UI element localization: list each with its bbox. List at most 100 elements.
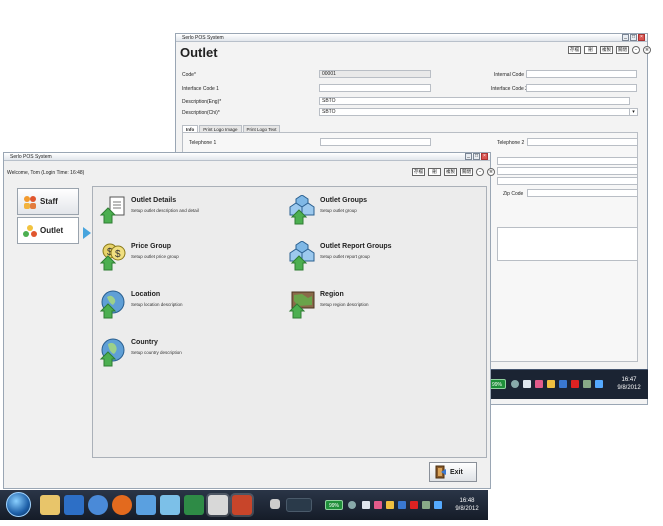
clock[interactable]: 16:47 9/8/2012 <box>613 376 645 392</box>
save-button[interactable]: 存檔 <box>412 168 425 176</box>
n-tray-icon[interactable] <box>571 380 579 388</box>
folder-icon[interactable] <box>40 495 60 515</box>
bluetooth-icon[interactable] <box>595 380 603 388</box>
pos-app-icon[interactable] <box>232 495 252 515</box>
signal-icon[interactable] <box>286 498 312 512</box>
menu-item-title: Outlet Report Groups <box>320 243 392 250</box>
start-button[interactable] <box>6 492 31 517</box>
minus-icon[interactable]: − <box>476 168 484 176</box>
menu-price-group[interactable]: $ $ Price Group Setup outlet price group <box>99 241 179 271</box>
copy-button[interactable]: 複製 <box>444 168 457 176</box>
code-label: Code* <box>182 72 196 78</box>
flag-tray-icon[interactable] <box>583 380 591 388</box>
minimize-button[interactable]: _ <box>622 34 629 41</box>
spreadsheet-icon[interactable] <box>184 495 204 515</box>
browser-icon[interactable] <box>88 495 108 515</box>
internal-code-label: Internal Code <box>494 72 525 78</box>
menu-item-title: Location <box>131 291 161 298</box>
cloud-icon[interactable] <box>523 380 531 388</box>
clock-time: 16:47 <box>621 377 637 383</box>
titlebar: Serlo POS System _ □ × <box>176 34 647 42</box>
close-button[interactable]: × <box>481 153 488 160</box>
java-icon[interactable] <box>208 495 228 515</box>
user-tray-icon[interactable] <box>547 380 555 388</box>
clock[interactable]: 16:48 9/8/2012 <box>448 497 486 513</box>
maximize-button[interactable]: □ <box>473 153 480 160</box>
menu-region[interactable]: Region Setup region description <box>288 289 369 319</box>
network-icon[interactable] <box>348 501 356 509</box>
code-field: 00001 <box>319 70 431 78</box>
taskbar: 99% 16:48 9/8/2012 <box>0 490 488 520</box>
sidebar-item-label: Outlet <box>40 226 64 235</box>
desc-chi-label: Description(Chi)* <box>182 110 220 116</box>
minimize-button[interactable]: _ <box>465 153 472 160</box>
menu-country[interactable]: Country Setup country description <box>99 337 182 367</box>
save-button[interactable]: 存檔 <box>568 46 581 54</box>
menu-item-title: Outlet Details <box>131 197 177 204</box>
internal-code-field[interactable] <box>526 70 637 78</box>
media-player-icon[interactable] <box>64 495 84 515</box>
network-icon[interactable] <box>511 380 519 388</box>
outlet-icon <box>23 224 37 237</box>
telephone2-label: Telephone 2 <box>497 140 525 146</box>
delete-button[interactable]: 刪 <box>428 168 441 176</box>
main-menu-window: Serlo POS System _ □ × Welcome, Tom (Log… <box>3 152 495 489</box>
clock-date: 9/8/2012 <box>455 506 479 512</box>
sidebar-item-outlet[interactable]: Outlet <box>17 217 79 244</box>
welcome-text: Welcome, Tom (Login Time: 16:48) <box>7 170 85 176</box>
address-line2-field[interactable] <box>497 167 638 175</box>
svg-text:$: $ <box>115 249 121 260</box>
menu-outlet-groups[interactable]: Outlet Groups Setup outlet group <box>288 195 367 225</box>
remarks-field[interactable] <box>497 227 638 261</box>
cloud-icon[interactable] <box>362 501 370 509</box>
menu-location[interactable]: Location Setup location description <box>99 289 183 319</box>
menu-outlet-report-groups[interactable]: Outlet Report Groups Setup outlet report… <box>288 241 392 271</box>
desc-eng-field[interactable]: SBTO <box>319 97 630 105</box>
titlebar: Serlo POS System _ □ × <box>4 153 490 161</box>
monitor-tray-icon[interactable] <box>398 501 406 509</box>
menu-item-desc: Setup region description <box>320 302 369 307</box>
globe-location-icon <box>99 290 125 319</box>
interface-code1-field[interactable] <box>319 84 431 92</box>
tray-toggle-icon[interactable] <box>270 499 280 509</box>
app-tray-icon[interactable] <box>535 380 543 388</box>
close-form-button[interactable]: 關閉 <box>616 46 629 54</box>
users-app-icon[interactable] <box>136 495 156 515</box>
sidebar-item-staff[interactable]: Staff <box>17 188 79 215</box>
telephone1-field[interactable] <box>320 138 431 146</box>
bluetooth-icon[interactable] <box>434 501 442 509</box>
zipcode-field[interactable] <box>527 189 638 197</box>
desc-chi-field[interactable]: SBTO <box>319 108 630 116</box>
gear-icon[interactable]: ✲ <box>643 46 651 54</box>
monitor-tray-icon[interactable] <box>559 380 567 388</box>
address-line1-field[interactable] <box>497 157 638 165</box>
menu-item-desc: Setup outlet price group <box>131 254 179 259</box>
user-tray-icon[interactable] <box>386 501 394 509</box>
gear-icon[interactable]: ✲ <box>487 168 495 176</box>
n-tray-icon[interactable] <box>410 501 418 509</box>
address-line3-field[interactable] <box>497 177 638 185</box>
close-form-button[interactable]: 關閉 <box>460 168 473 176</box>
menu-item-title: Outlet Groups <box>320 197 368 204</box>
firefox-icon[interactable] <box>112 495 132 515</box>
app-tray-icon[interactable] <box>374 501 382 509</box>
menu-outlet-details[interactable]: Outlet Details Setup outlet description … <box>99 195 199 225</box>
copy-button[interactable]: 複製 <box>600 46 613 54</box>
zipcode-label: Zip Code <box>503 191 524 197</box>
menu-item-title: Price Group <box>131 243 172 250</box>
titlebar-text: Serlo POS System <box>10 154 52 160</box>
back-taskbar: 99% 16:47 9/8/2012 <box>485 369 648 399</box>
interface-code2-field[interactable] <box>526 84 637 92</box>
puzzle-app-icon[interactable] <box>160 495 180 515</box>
flag-tray-icon[interactable] <box>422 501 430 509</box>
chevron-down-icon[interactable]: ▾ <box>629 108 638 116</box>
telephone2-field[interactable] <box>527 138 638 146</box>
close-button[interactable]: × <box>638 34 645 41</box>
maximize-button[interactable]: □ <box>630 34 637 41</box>
battery-indicator[interactable]: 99% <box>325 500 344 510</box>
exit-button[interactable]: Exit <box>429 462 477 482</box>
interface-code2-label: Interface Code 2 <box>491 86 528 92</box>
delete-button[interactable]: 刪 <box>584 46 597 54</box>
desc-eng-label: Description(Eng)* <box>182 99 222 105</box>
minus-icon[interactable]: − <box>632 46 640 54</box>
